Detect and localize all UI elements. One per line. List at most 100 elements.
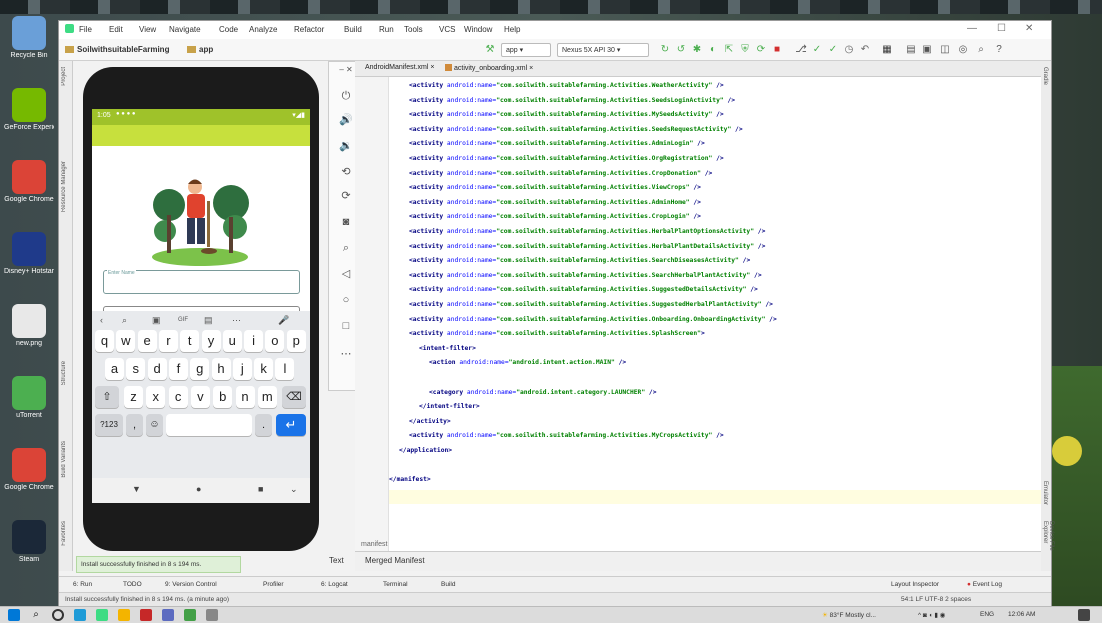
key-a[interactable]: a: [105, 358, 124, 380]
run-config-select[interactable]: app ▾: [501, 43, 551, 57]
right-tool-tab[interactable]: Gradle: [1042, 67, 1048, 85]
key-p[interactable]: p: [286, 330, 306, 352]
emulator-minimize-icon[interactable]: – ✕: [337, 62, 355, 78]
menu-item-navigate[interactable]: Navigate: [169, 25, 201, 34]
enter-key-icon[interactable]: ↵: [276, 414, 306, 436]
search-icon[interactable]: ⌕: [975, 44, 987, 56]
key-m[interactable]: m: [257, 386, 277, 408]
key-i[interactable]: i: [244, 330, 264, 352]
key-s[interactable]: s: [126, 358, 146, 380]
desktop-icon[interactable]: GeForce Experience: [4, 88, 54, 132]
emoji-key-icon[interactable]: ☺: [146, 414, 163, 436]
tool-tab[interactable]: 6: Logcat: [321, 581, 348, 588]
menu-item-build[interactable]: Build: [344, 25, 362, 34]
name-input[interactable]: Enter Name: [103, 270, 300, 294]
nav-keyboard-icon[interactable]: ⌄: [290, 484, 298, 495]
key-h[interactable]: h: [211, 358, 231, 380]
key-v[interactable]: v: [190, 386, 210, 408]
stop-icon[interactable]: ■: [771, 44, 783, 56]
debug-icon[interactable]: ✱: [691, 44, 703, 56]
code-area[interactable]: <activity android:name="com.soilwith.sui…: [389, 77, 1041, 551]
rotate-right-icon[interactable]: ⟳: [337, 188, 355, 204]
back-icon[interactable]: ◁: [337, 266, 355, 282]
clock[interactable]: 12:06 AM: [1008, 611, 1035, 618]
app-icon-red[interactable]: [140, 609, 152, 621]
key-t[interactable]: t: [180, 330, 200, 352]
keyboard-sticker-icon[interactable]: ▣: [152, 315, 161, 326]
menu-item-file[interactable]: File: [79, 25, 92, 34]
tool-tab[interactable]: Profiler: [263, 581, 284, 588]
tool-tab[interactable]: 9: Version Control: [165, 581, 217, 588]
commit-check-icon[interactable]: ✓: [811, 44, 823, 56]
tab-merged-manifest[interactable]: Merged Manifest: [365, 556, 425, 565]
keyboard-mic-icon[interactable]: 🎤: [278, 315, 289, 326]
push-check-icon[interactable]: ✓: [827, 44, 839, 56]
breadcrumb-project[interactable]: SoilwithsuitableFarming: [65, 45, 169, 54]
desktop-icon[interactable]: Disney+ Hotstar: [4, 232, 54, 276]
key-n[interactable]: n: [235, 386, 255, 408]
menu-item-run[interactable]: Run: [379, 25, 394, 34]
desktop-icon[interactable]: Recycle Bin: [4, 16, 54, 60]
menu-item-vcs[interactable]: VCS: [439, 25, 455, 34]
keyboard-back-icon[interactable]: ‹: [100, 315, 103, 325]
tool-tab[interactable]: TODO: [123, 581, 142, 588]
menu-item-view[interactable]: View: [139, 25, 156, 34]
app-icon-green[interactable]: [184, 609, 196, 621]
key-r[interactable]: r: [158, 330, 178, 352]
nav-recents-icon[interactable]: ■: [258, 484, 263, 494]
run-icon[interactable]: ↻: [659, 44, 671, 56]
maximize-button[interactable]: ☐: [997, 23, 1006, 34]
desktop-icon[interactable]: Google Chrome: [4, 160, 54, 204]
key-e[interactable]: e: [137, 330, 157, 352]
tool-tab[interactable]: 6: Run: [73, 581, 92, 588]
power-icon[interactable]: ⏻: [337, 88, 355, 104]
edge-icon[interactable]: [74, 609, 86, 621]
key-g[interactable]: g: [190, 358, 210, 380]
tool-tab[interactable]: Terminal: [383, 581, 408, 588]
zoom-icon[interactable]: ⌕: [337, 240, 355, 256]
input-language[interactable]: ENG: [980, 611, 994, 618]
menu-item-help[interactable]: Help: [504, 25, 520, 34]
symbols-key[interactable]: ?123: [95, 414, 123, 436]
revert-icon[interactable]: ↶: [859, 44, 871, 56]
tab-android-manifest[interactable]: AndroidManifest.xml ×: [365, 64, 434, 71]
volume-down-icon[interactable]: 🔉: [337, 138, 355, 154]
menu-item-refactor[interactable]: Refactor: [294, 25, 324, 34]
tool-tab[interactable]: Build: [441, 581, 455, 588]
explorer-icon[interactable]: [118, 609, 130, 621]
keyboard-search-icon[interactable]: ⌕: [122, 315, 127, 326]
shift-key-icon[interactable]: ⇧: [95, 386, 119, 408]
key-y[interactable]: y: [201, 330, 221, 352]
minimize-button[interactable]: —: [967, 23, 977, 34]
screenshot-icon[interactable]: ◙: [337, 214, 355, 230]
desktop-icon[interactable]: Google Chrome: [4, 448, 54, 492]
notification-center-icon[interactable]: [1078, 609, 1090, 621]
event-log-tab[interactable]: ● Event Log: [967, 581, 1002, 588]
cortana-icon[interactable]: [52, 609, 64, 621]
nav-home-icon[interactable]: ●: [196, 484, 201, 494]
key-x[interactable]: x: [146, 386, 166, 408]
keyboard-clipboard-icon[interactable]: ▤: [204, 315, 213, 326]
tab-text[interactable]: Text: [329, 556, 344, 565]
comma-key[interactable]: ,: [126, 414, 143, 436]
sdk-manager-icon[interactable]: ▦: [881, 44, 893, 56]
rotate-left-icon[interactable]: ⟲: [337, 164, 355, 180]
profile-icon[interactable]: ◐: [707, 44, 719, 56]
menu-item-tools[interactable]: Tools: [404, 25, 423, 34]
coverage-icon[interactable]: ⛨: [739, 44, 751, 56]
key-u[interactable]: u: [222, 330, 242, 352]
keyboard-gif-icon[interactable]: GIF: [178, 317, 188, 323]
avd-manager-icon[interactable]: ▣: [921, 44, 933, 56]
sync-icon[interactable]: ⟳: [755, 44, 767, 56]
android-studio-taskbar-icon[interactable]: [96, 609, 108, 621]
search-icon[interactable]: ⌕: [30, 609, 42, 621]
nav-back-icon[interactable]: ▼: [132, 484, 141, 494]
desktop-icon[interactable]: Steam: [4, 520, 54, 564]
space-key[interactable]: [166, 414, 252, 436]
desktop-icon[interactable]: uTorrent: [4, 376, 54, 420]
weather-widget[interactable]: ☀ 83°F Mostly cl...: [822, 611, 876, 619]
left-tool-tab[interactable]: Project: [61, 67, 67, 86]
overview-icon[interactable]: □: [337, 318, 355, 334]
key-d[interactable]: d: [147, 358, 167, 380]
period-key[interactable]: .: [255, 414, 272, 436]
